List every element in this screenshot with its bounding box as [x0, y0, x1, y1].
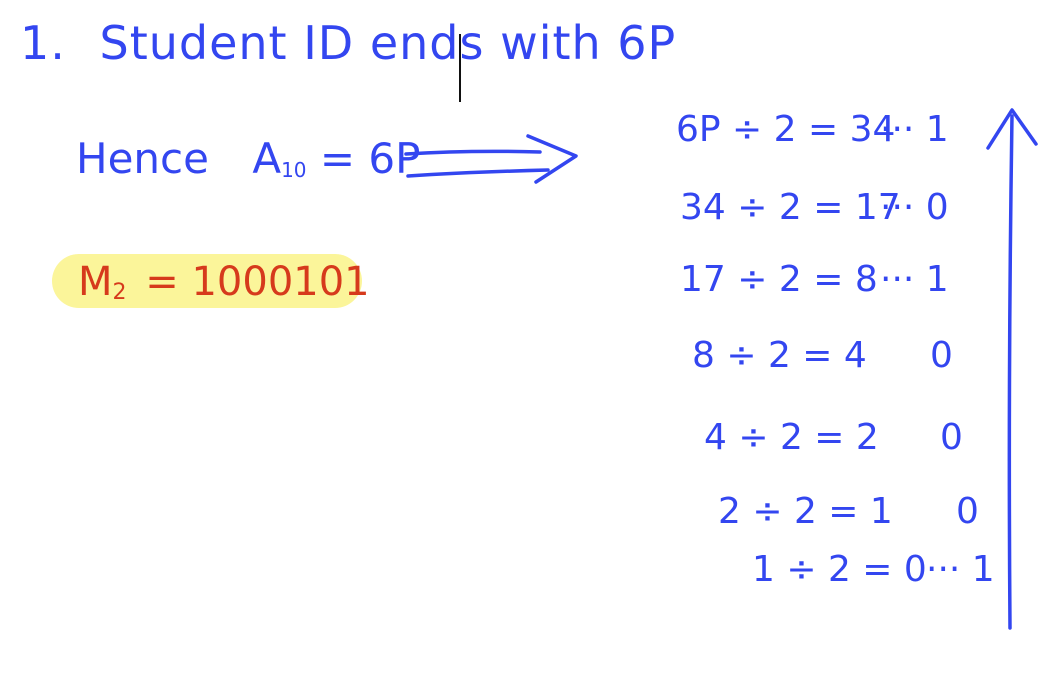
- division-step-remainder: 0: [930, 335, 953, 376]
- division-step-expr: 8 ÷ 2 = 4: [692, 335, 867, 376]
- arrow-head: [526, 134, 578, 184]
- division-step-remainder: 0: [940, 417, 963, 458]
- division-step-expr: 6P ÷ 2 = 34: [676, 109, 896, 150]
- division-step-expr: 4 ÷ 2 = 2: [704, 417, 879, 458]
- division-step-remainder: 0: [956, 491, 979, 532]
- arrow-shaft-bottom: [406, 168, 550, 178]
- division-step-expr: 34 ÷ 2 = 17: [680, 187, 901, 228]
- division-step-expr: 2 ÷ 2 = 1: [718, 491, 893, 532]
- result-var-subscript: 2: [112, 280, 127, 305]
- division-step-expr: 1 ÷ 2 = 0: [752, 549, 927, 590]
- whiteboard-canvas: 1. Student ID ends with 6P Hence A10 = 6…: [0, 0, 1060, 674]
- division-step-remainder: ··· 1: [880, 109, 949, 150]
- result-line: M2 = 1000101: [78, 262, 370, 304]
- arrow-shaft-top: [404, 149, 542, 156]
- division-step-expr: 17 ÷ 2 = 8: [680, 259, 878, 300]
- result-value: = 1000101: [145, 259, 370, 305]
- division-step-remainder: ··· 0: [880, 187, 949, 228]
- read-up-arrow-shaft: [1007, 114, 1014, 630]
- result-variable: M2: [78, 259, 127, 305]
- division-step-remainder: ··· 1: [926, 549, 995, 590]
- result-var-letter: M: [78, 259, 113, 305]
- division-step-remainder: ··· 1: [880, 259, 949, 300]
